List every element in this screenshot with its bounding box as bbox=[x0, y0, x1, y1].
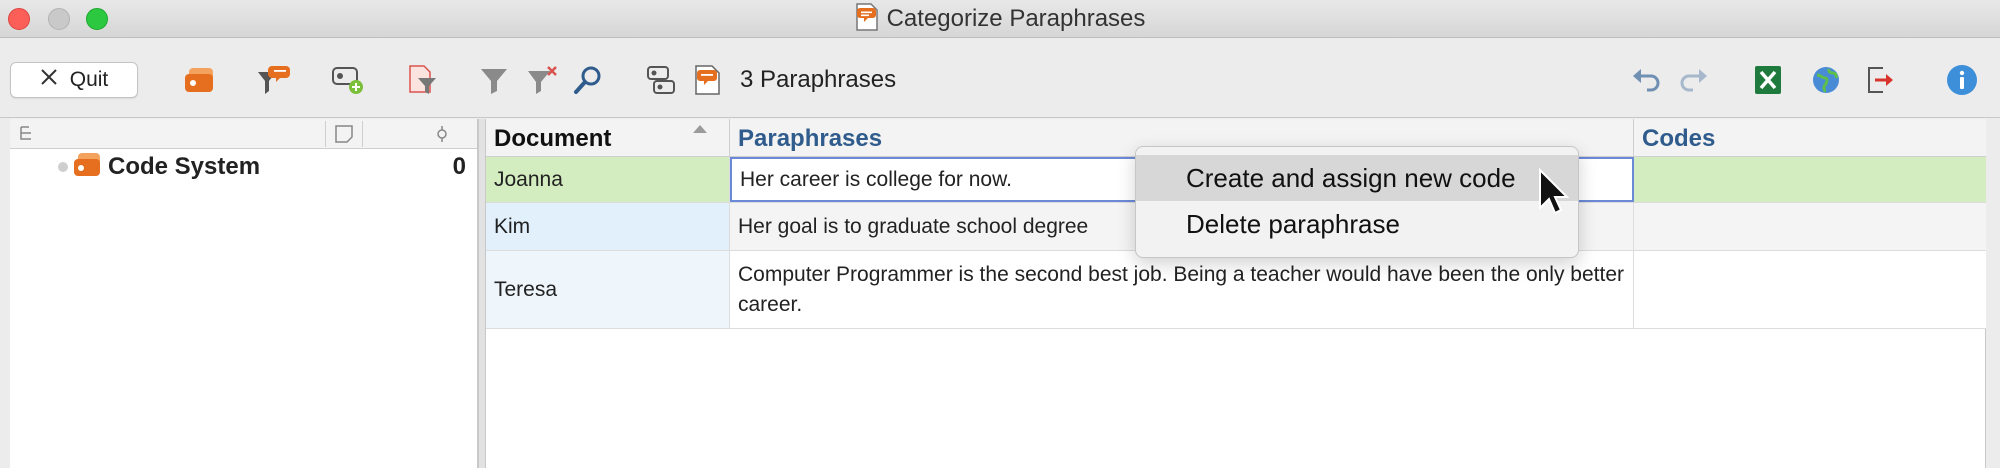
sort-ascending-icon bbox=[693, 125, 707, 133]
frequency-icon bbox=[434, 125, 450, 148]
codes-cell[interactable] bbox=[1634, 157, 1986, 202]
quit-button[interactable]: Quit bbox=[10, 62, 138, 98]
column-header-label: Codes bbox=[1642, 125, 1716, 152]
memo-icon bbox=[334, 125, 354, 148]
codes-cell[interactable] bbox=[1634, 251, 1986, 328]
paraphrase-document-icon bbox=[855, 2, 879, 36]
paraphrase-cell[interactable]: Computer Programmer is the second best j… bbox=[730, 251, 1634, 328]
title-bar: Categorize Paraphrases bbox=[0, 0, 2000, 38]
column-header-label: Paraphrases bbox=[738, 125, 883, 152]
context-menu: Create and assign new code Delete paraph… bbox=[1135, 146, 1579, 258]
document-cell: Teresa bbox=[486, 251, 730, 328]
code-toggle-icon[interactable] bbox=[644, 62, 680, 98]
menu-item-delete-paraphrase[interactable]: Delete paraphrase bbox=[1136, 201, 1578, 247]
excel-export-icon[interactable] bbox=[1750, 62, 1786, 98]
info-icon[interactable] bbox=[1944, 62, 1980, 98]
panel-splitter[interactable] bbox=[478, 119, 486, 468]
column-header-codes[interactable]: Codes bbox=[1634, 119, 1986, 157]
codes-cell[interactable] bbox=[1634, 203, 1986, 250]
export-icon[interactable] bbox=[1862, 62, 1898, 98]
code-system-count: 0 bbox=[452, 153, 466, 180]
document-cell: Kim bbox=[486, 203, 730, 250]
code-system-label: Code System bbox=[108, 153, 261, 180]
column-header-label: Document bbox=[494, 125, 612, 152]
window-title: Categorize Paraphrases bbox=[886, 5, 1146, 32]
code-system-icon bbox=[72, 152, 102, 183]
undo-icon[interactable] bbox=[1628, 62, 1664, 98]
redo-icon[interactable] bbox=[1676, 62, 1712, 98]
paraphrase-icon[interactable] bbox=[690, 62, 726, 98]
document-filter-icon[interactable] bbox=[404, 62, 440, 98]
paraphrase-filter-icon[interactable] bbox=[256, 62, 292, 98]
search-icon[interactable] bbox=[570, 62, 606, 98]
table-row[interactable]: Teresa Computer Programmer is the second… bbox=[486, 251, 1986, 329]
tree-icon bbox=[18, 125, 36, 148]
expand-bullet-icon[interactable] bbox=[58, 162, 68, 172]
code-system-row[interactable]: Code System 0 bbox=[10, 151, 478, 183]
mouse-pointer-icon bbox=[1538, 167, 1570, 221]
code-system-header bbox=[10, 119, 477, 149]
document-cell: Joanna bbox=[486, 157, 730, 202]
quit-label: Quit bbox=[69, 68, 109, 91]
column-header-document[interactable]: Document bbox=[486, 119, 730, 157]
close-x-icon bbox=[40, 68, 58, 92]
window-title-wrap: Categorize Paraphrases bbox=[0, 2, 2000, 36]
column-separator bbox=[325, 121, 326, 147]
filter-icon[interactable] bbox=[476, 62, 512, 98]
new-code-icon[interactable] bbox=[330, 62, 366, 98]
menu-item-create-assign-code[interactable]: Create and assign new code bbox=[1136, 155, 1578, 201]
paraphrase-count: 3 Paraphrases bbox=[740, 66, 897, 93]
column-separator bbox=[362, 121, 363, 147]
code-system-icon[interactable] bbox=[182, 62, 218, 98]
web-export-icon[interactable] bbox=[1808, 62, 1844, 98]
clear-filter-icon[interactable] bbox=[524, 62, 560, 98]
code-system-panel: Code System 0 bbox=[10, 119, 478, 468]
